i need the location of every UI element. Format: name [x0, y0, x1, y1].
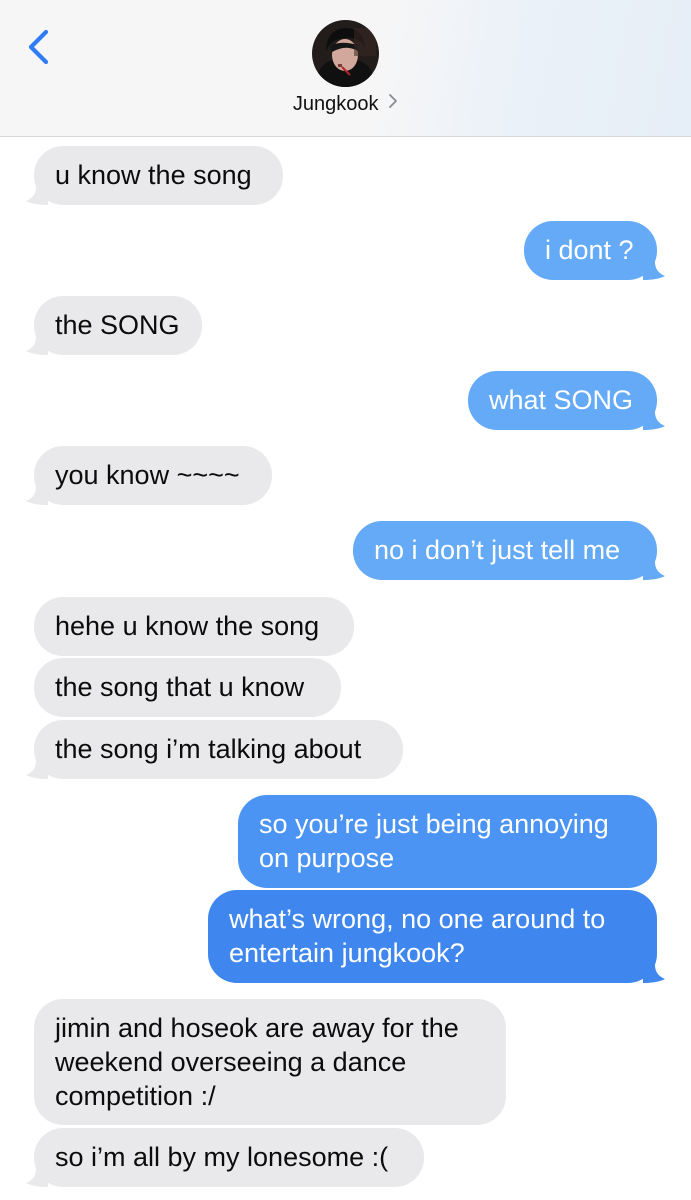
outgoing-message[interactable]: what’s wrong, no one around to entertain…: [208, 890, 665, 983]
bubble-tail: [643, 412, 665, 430]
chevron-right-icon: [388, 92, 398, 115]
message-text: you know ~~~~: [55, 460, 240, 490]
message-text: what SONG: [489, 385, 634, 415]
contact-avatar[interactable]: [312, 20, 379, 87]
outgoing-message[interactable]: i dont ?: [524, 221, 665, 280]
message-text: so i’m all by my lonesome :(: [55, 1142, 389, 1172]
bubble-tail: [26, 487, 48, 505]
bubble-tail: [26, 1169, 48, 1187]
message-line: so you’re just being annoying: [259, 809, 609, 839]
message-text: hehe u know the song: [55, 611, 320, 641]
message-text: no i don’t just tell me: [374, 535, 621, 565]
incoming-message[interactable]: the SONG: [26, 296, 202, 355]
outgoing-message[interactable]: what SONG: [468, 371, 665, 430]
incoming-message[interactable]: u know the song: [26, 146, 283, 205]
bubble-tail: [26, 761, 48, 779]
bubble-tail: [643, 562, 665, 580]
conversation-header: Jungkook: [0, 0, 691, 137]
back-button[interactable]: [22, 26, 56, 70]
avatar-photo: [312, 20, 379, 87]
message-text: the song that u know: [55, 672, 305, 702]
message-text: the SONG: [55, 310, 180, 340]
message-line: entertain jungkook?: [229, 938, 465, 968]
message-text: i dont ?: [545, 235, 634, 265]
incoming-message[interactable]: you know ~~~~: [26, 446, 272, 505]
bubble-tail: [26, 187, 48, 205]
outgoing-message[interactable]: so you’re just being annoying on purpose: [238, 795, 657, 888]
message-text: u know the song: [55, 160, 252, 190]
bubble-tail: [643, 262, 665, 280]
incoming-message[interactable]: the song that u know: [34, 658, 341, 717]
message-line: jimin and hoseok are away for the: [55, 1013, 459, 1043]
message-line: weekend overseeing a dance: [55, 1047, 407, 1077]
outgoing-message[interactable]: no i don’t just tell me: [353, 521, 665, 580]
message-text: the song i’m talking about: [55, 734, 362, 764]
message-line: on purpose: [259, 843, 395, 873]
messages-screen: Jungkook u know the song i dont ? the SO…: [0, 0, 691, 1200]
incoming-message[interactable]: jimin and hoseok are away for the weeken…: [34, 999, 506, 1125]
incoming-message[interactable]: hehe u know the song: [34, 597, 354, 656]
back-chevron-icon: [28, 29, 49, 65]
message-line: what’s wrong, no one around to: [229, 904, 606, 934]
incoming-message[interactable]: so i’m all by my lonesome :(: [26, 1128, 424, 1187]
incoming-message[interactable]: the song i’m talking about: [26, 720, 403, 779]
contact-name[interactable]: Jungkook: [293, 93, 379, 115]
bubble-tail: [26, 337, 48, 355]
contact-name-row[interactable]: Jungkook: [0, 93, 691, 116]
bubble-tail: [643, 965, 665, 983]
message-line: competition :/: [55, 1081, 216, 1111]
